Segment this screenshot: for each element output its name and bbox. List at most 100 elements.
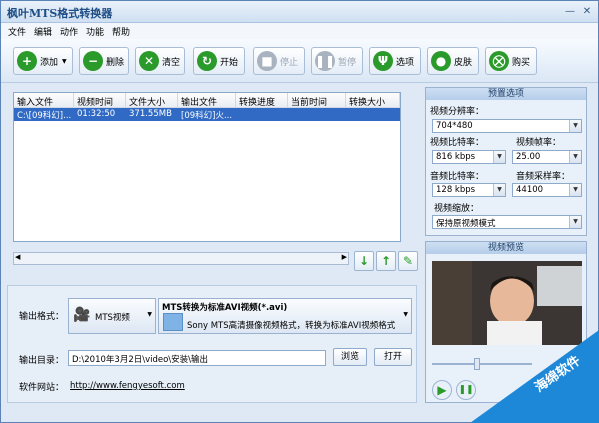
options-button[interactable]: Ψ 选项 (369, 47, 421, 75)
zoom-select[interactable]: 保持原视频模式 ▼ (432, 215, 582, 229)
plus-icon: + (17, 51, 37, 71)
close-button[interactable]: ✕ (581, 6, 593, 18)
menu-action[interactable]: 动作 (60, 25, 78, 38)
preset-panel: 预置选项 视频分辨率： 704*480 ▼ 视频比特率： 视频帧率： 816 kb… (425, 87, 587, 236)
preview-title: 视频预览 (426, 242, 586, 254)
audio-bitrate-select[interactable]: 128 kbps ▼ (432, 183, 506, 197)
video-frame (432, 261, 582, 345)
skin-button[interactable]: ● 皮肤 (427, 47, 479, 75)
video-preview (432, 261, 582, 345)
column-header-input[interactable]: 输入文件 (14, 93, 74, 108)
fps-label: 视频帧率： (516, 138, 562, 148)
fork-knife-icon: Ψ (373, 51, 393, 71)
move-down-button[interactable]: ↓ (354, 251, 374, 271)
output-panel: 输出格式： 🎥 MTS视频 ▼ MTS转换为标准AVI视频(*.avi) Son… (7, 285, 417, 403)
column-header-progress[interactable]: 转换进度 (236, 93, 288, 108)
stop-label: 停止 (280, 57, 299, 68)
menu-function[interactable]: 功能 (86, 25, 104, 38)
format-device-select[interactable]: 🎥 MTS视频 ▼ (68, 298, 156, 334)
zoom-label: 视频缩放： (434, 204, 480, 214)
pause-label: 暂停 (338, 57, 357, 68)
clear-button[interactable]: ✕ 清空 (135, 47, 185, 75)
chevron-down-icon: ▼ (147, 311, 152, 318)
format-label: 输出格式： (19, 312, 65, 322)
resolution-select[interactable]: 704*480 ▼ (432, 119, 582, 133)
zoom-value: 保持原视频模式 (436, 219, 496, 229)
apple-icon: ● (431, 51, 451, 71)
stop-button[interactable]: ■ 停止 (253, 47, 305, 75)
output-dir-label: 输出目录： (19, 356, 65, 366)
column-header-current[interactable]: 当前时间 (288, 93, 346, 108)
pause-button[interactable]: ❚❚ 暂停 (311, 47, 363, 75)
menu-help[interactable]: 帮助 (112, 25, 130, 38)
chevron-down-icon: ▼ (493, 151, 505, 163)
video-file-icon (163, 313, 183, 331)
chevron-down-icon: ▼ (569, 151, 581, 163)
format-profile-select[interactable]: MTS转换为标准AVI视频(*.avi) Sony MTS高清摄像视频格式，转换… (158, 298, 412, 334)
chevron-down-icon: ▼ (493, 184, 505, 196)
format-title: MTS转换为标准AVI视频(*.avi) (162, 303, 288, 313)
scroll-left-icon[interactable]: ◀ (15, 253, 20, 261)
open-button[interactable]: 打开 (374, 348, 412, 366)
format-description: Sony MTS高清摄像视频格式，转换为标准AVI视频格式 (187, 321, 396, 331)
horizontal-scrollbar[interactable]: ◀ ▶ (13, 252, 349, 265)
buy-button[interactable]: ⛒ 购买 (485, 47, 537, 75)
resolution-value: 704*480 (436, 121, 473, 131)
browse-button[interactable]: 浏览 (333, 348, 367, 366)
add-button[interactable]: + 添加 ▼ (13, 47, 73, 75)
minimize-button[interactable]: — (564, 6, 576, 18)
menu-edit[interactable]: 编辑 (34, 25, 52, 38)
video-bitrate-value: 816 kbps (436, 152, 476, 162)
edit-button[interactable]: ✎ (398, 251, 418, 271)
menu-file[interactable]: 文件 (8, 25, 26, 38)
column-header-output[interactable]: 输出文件 (178, 93, 236, 108)
chevron-down-icon: ▼ (569, 120, 581, 132)
preview-pause-button[interactable]: ❚❚ (456, 380, 476, 400)
output-dir-input[interactable]: D:\2010年3月2日\video\安装\输出 (68, 350, 326, 366)
clear-label: 清空 (162, 57, 181, 68)
skin-label: 皮肤 (454, 57, 473, 68)
start-label: 开始 (220, 57, 239, 68)
remove-button[interactable]: − 删除 (79, 47, 129, 75)
scroll-right-icon[interactable]: ▶ (342, 253, 347, 261)
website-link[interactable]: http://www.fengyesoft.com (70, 381, 185, 391)
move-up-button[interactable]: ↑ (376, 251, 396, 271)
cell-duration: 01:32:50 (77, 109, 116, 119)
options-label: 选项 (396, 57, 415, 68)
title-bar: 枫叶MTS格式转换器 — ✕ (1, 1, 598, 23)
fps-select[interactable]: 25.00 ▼ (512, 150, 582, 164)
chevron-down-icon: ▼ (569, 216, 581, 228)
stop-icon: ■ (257, 51, 277, 71)
pencil-icon: ✎ (402, 254, 414, 268)
seek-track[interactable] (432, 363, 532, 365)
column-header-size[interactable]: 文件大小 (126, 93, 178, 108)
buy-label: 购买 (512, 57, 531, 68)
format-device-label: MTS视频 (95, 313, 130, 323)
seek-handle[interactable] (474, 358, 480, 370)
play-button[interactable]: ▶ (432, 380, 452, 400)
add-label: 添加 (40, 57, 59, 68)
video-bitrate-select[interactable]: 816 kbps ▼ (432, 150, 506, 164)
chevron-down-icon: ▼ (569, 184, 581, 196)
pause-icon: ❚❚ (458, 385, 474, 395)
column-header-converted[interactable]: 转换大小 (346, 93, 400, 108)
preset-title: 预置选项 (426, 88, 586, 100)
fps-value: 25.00 (516, 152, 541, 162)
chevron-down-icon: ▼ (403, 311, 408, 318)
resolution-label: 视频分辨率： (430, 107, 485, 117)
website-label: 软件网站： (19, 383, 65, 393)
remove-label: 删除 (106, 57, 125, 68)
start-button[interactable]: ↻ 开始 (193, 47, 245, 75)
samplerate-label: 音频采样率： (516, 172, 571, 182)
camera-icon: 🎥 (73, 307, 91, 323)
chevron-down-icon: ▼ (62, 57, 67, 65)
samplerate-select[interactable]: 44100 ▼ (512, 183, 582, 197)
cell-size: 371.55MB (129, 109, 172, 119)
column-header-duration[interactable]: 视频时间 (74, 93, 126, 108)
table-row[interactable]: C:\[09科幻]... 01:32:50 371.55MB [09科幻]火..… (14, 108, 400, 121)
refresh-icon: ↻ (197, 51, 217, 71)
audio-bitrate-label: 音频比特率： (430, 172, 485, 182)
cell-input: C:\[09科幻]... (17, 111, 72, 121)
clear-icon: ✕ (139, 51, 159, 71)
file-table[interactable]: 输入文件 视频时间 文件大小 输出文件 转换进度 当前时间 转换大小 C:\[0… (13, 92, 401, 242)
